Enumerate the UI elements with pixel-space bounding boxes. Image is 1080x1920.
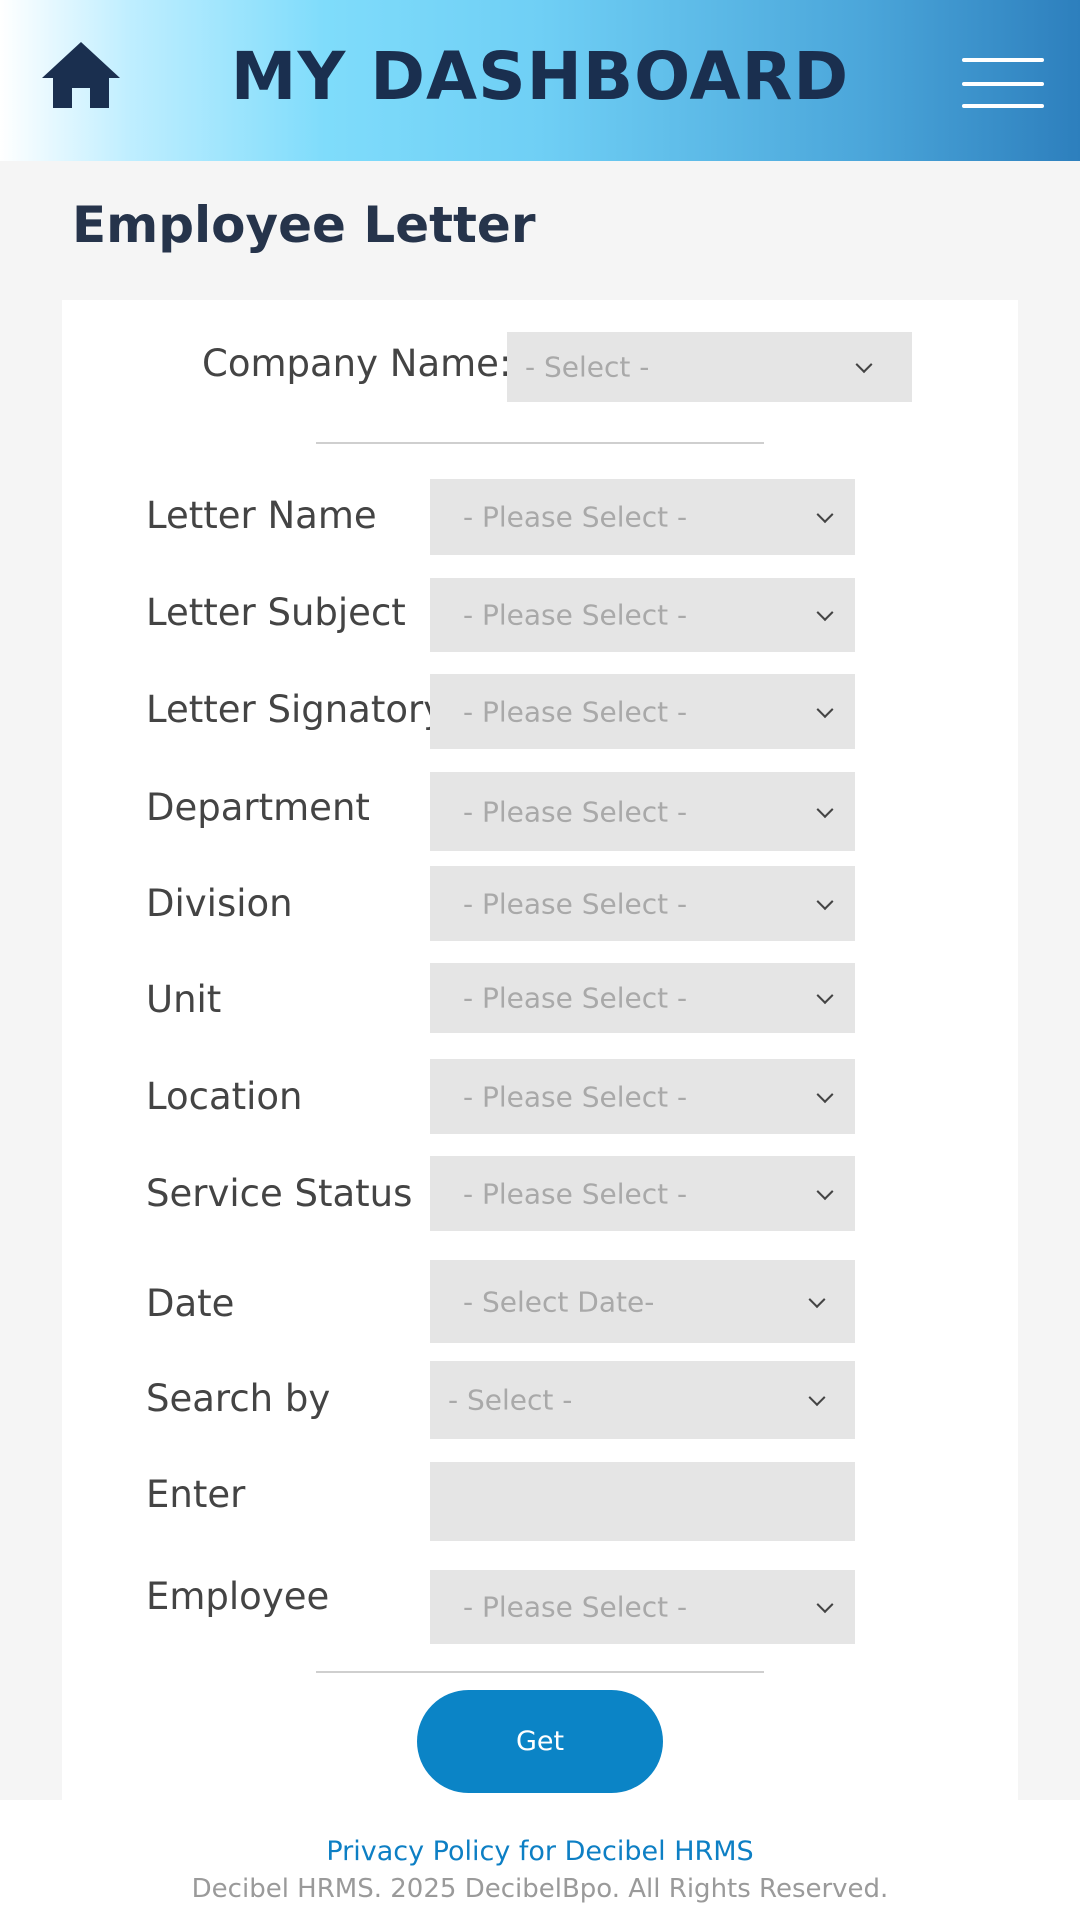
division-select-value: - Please Select -	[463, 887, 688, 920]
search-by-select-value: - Select -	[448, 1383, 573, 1417]
service-status-select-value: - Please Select -	[463, 1177, 688, 1210]
division-label: Division	[146, 882, 293, 925]
chevron-down-icon	[808, 1290, 826, 1308]
location-select-value: - Please Select -	[463, 1080, 688, 1113]
division-select[interactable]: - Please Select -	[430, 866, 855, 941]
department-select-value: - Please Select -	[463, 795, 688, 828]
chevron-down-icon	[816, 1182, 834, 1200]
date-label: Date	[146, 1282, 235, 1325]
letter-signatory-label: Letter Signatory	[146, 688, 446, 731]
letter-name-select-value: - Please Select -	[463, 500, 688, 534]
letter-name-select[interactable]: - Please Select -	[430, 479, 855, 555]
letter-subject-label: Letter Subject	[146, 591, 406, 634]
chevron-down-icon	[816, 1596, 834, 1614]
divider-bottom	[316, 1671, 764, 1673]
date-select[interactable]: - Select Date-	[430, 1260, 855, 1343]
copyright-text: Decibel HRMS. 2025 DecibelBpo. All Right…	[191, 1874, 889, 1904]
letter-subject-select[interactable]: - Please Select -	[430, 578, 855, 652]
privacy-policy-link[interactable]: Privacy Policy for Decibel HRMS	[0, 1836, 1080, 1867]
footer: Privacy Policy for Decibel HRMS Decibel …	[0, 1800, 1080, 1920]
chevron-down-icon	[816, 1085, 834, 1103]
company-name-select-value: - Select -	[525, 350, 650, 384]
letter-signatory-select-value: - Please Select -	[463, 695, 688, 728]
letter-signatory-select[interactable]: - Please Select -	[430, 674, 855, 749]
location-select[interactable]: - Please Select -	[430, 1059, 855, 1134]
hamburger-menu-icon[interactable]	[962, 58, 1044, 110]
get-button[interactable]: Get	[417, 1690, 663, 1793]
chevron-down-icon	[816, 700, 834, 718]
employee-select-value: - Please Select -	[463, 1590, 688, 1624]
company-name-select[interactable]: - Select -	[507, 332, 912, 402]
chevron-down-icon	[808, 1389, 826, 1407]
chevron-down-icon	[816, 800, 834, 818]
location-label: Location	[146, 1075, 303, 1118]
employee-select[interactable]: - Please Select -	[430, 1570, 855, 1644]
page-title: Employee Letter	[72, 196, 536, 254]
chevron-down-icon	[816, 506, 834, 524]
divider-top	[316, 442, 764, 444]
unit-select-value: - Please Select -	[463, 981, 688, 1015]
enter-label: Enter	[146, 1473, 246, 1516]
unit-label: Unit	[146, 978, 222, 1021]
letter-subject-select-value: - Please Select -	[463, 598, 688, 632]
service-status-select[interactable]: - Please Select -	[430, 1156, 855, 1231]
unit-select[interactable]: - Please Select -	[430, 963, 855, 1033]
chevron-down-icon	[816, 604, 834, 622]
enter-input[interactable]	[430, 1462, 855, 1541]
chevron-down-icon	[816, 987, 834, 1005]
search-by-select[interactable]: - Select -	[430, 1361, 855, 1439]
app-title: MY DASHBOARD	[230, 38, 850, 115]
date-select-value: - Select Date-	[463, 1285, 655, 1318]
employee-label: Employee	[146, 1575, 330, 1618]
form-card: Company Name: - Select - Letter Name - P…	[62, 300, 1018, 1800]
search-by-label: Search by	[146, 1377, 331, 1420]
service-status-label: Service Status	[146, 1172, 413, 1215]
chevron-down-icon	[816, 892, 834, 910]
department-select[interactable]: - Please Select -	[430, 772, 855, 851]
letter-name-label: Letter Name	[146, 494, 377, 537]
chevron-down-icon	[855, 356, 873, 374]
company-name-label: Company Name:	[202, 342, 512, 385]
app-header: MY DASHBOARD	[0, 0, 1080, 161]
department-label: Department	[146, 786, 370, 829]
